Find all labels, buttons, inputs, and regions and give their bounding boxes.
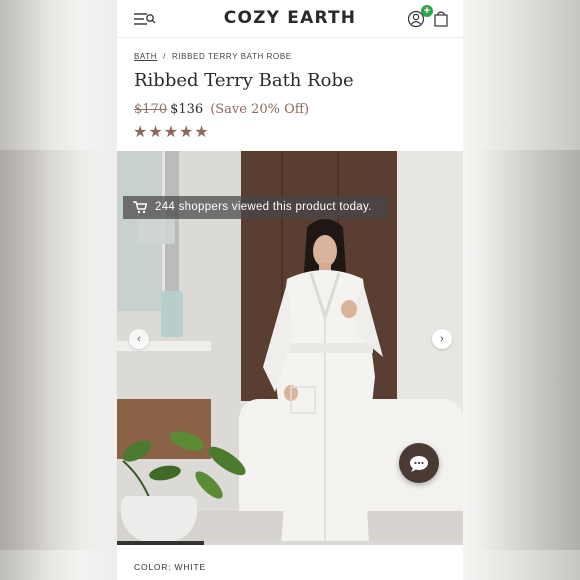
breadcrumb-separator: / bbox=[163, 52, 166, 61]
mobile-page: COZY EARTH + BATH / RIBBED TERRY BATH ROBE… bbox=[117, 0, 463, 580]
rating-stars[interactable]: ★★★★★ bbox=[133, 122, 210, 142]
sale-price: $136 bbox=[170, 102, 204, 117]
product-image-gallery[interactable]: 244 shoppers viewed this product today. … bbox=[117, 151, 463, 545]
chevron-left-icon[interactable]: ‹ bbox=[129, 329, 149, 349]
shoppers-viewed-banner: 244 shoppers viewed this product today. bbox=[123, 196, 388, 219]
scene-plant-pot bbox=[121, 496, 197, 542]
product-title: Ribbed Terry Bath Robe bbox=[134, 70, 354, 91]
cart-icon bbox=[133, 201, 147, 214]
color-option-label: COLOR: WHITE bbox=[134, 562, 206, 572]
scene-light bbox=[137, 216, 175, 244]
shoppers-viewed-text: 244 shoppers viewed this product today. bbox=[155, 201, 372, 213]
site-header: COZY EARTH + bbox=[117, 0, 463, 38]
plus-badge[interactable]: + bbox=[421, 5, 433, 17]
gallery-progress-track bbox=[117, 541, 463, 545]
scene-towel bbox=[161, 291, 183, 337]
gallery-progress-fill bbox=[117, 541, 204, 545]
breadcrumb-link-bath[interactable]: BATH bbox=[134, 52, 157, 61]
savings-text: (Save 20% Off) bbox=[210, 102, 310, 117]
original-price: $170 bbox=[134, 102, 168, 117]
shopping-bag-icon[interactable] bbox=[434, 10, 448, 27]
model-in-robe bbox=[263, 219, 383, 545]
breadcrumb-current: RIBBED TERRY BATH ROBE bbox=[171, 52, 292, 61]
breadcrumb: BATH / RIBBED TERRY BATH ROBE bbox=[134, 52, 292, 61]
price-row: $170 $136 (Save 20% Off) bbox=[134, 102, 309, 117]
chevron-right-icon[interactable]: › bbox=[432, 329, 452, 349]
chat-dots-icon[interactable] bbox=[399, 443, 439, 483]
